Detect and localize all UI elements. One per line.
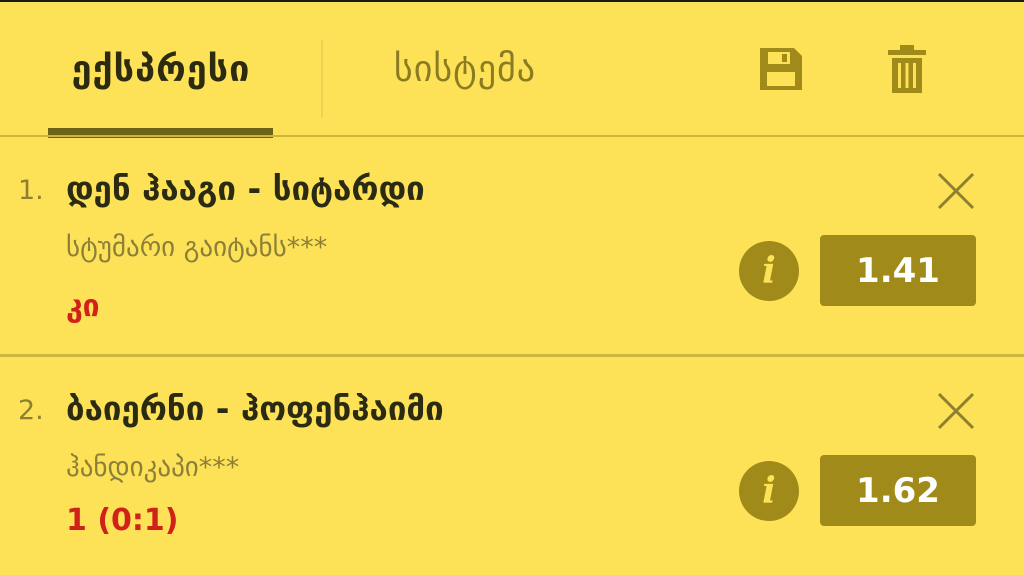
bet-item: 1. დენ ჰააგი - სიტარდი სტუმარი გაიტანს**… [0, 137, 1024, 355]
info-button[interactable]: i [739, 461, 799, 521]
tab-system-label: სისტემა [393, 48, 537, 90]
close-icon [937, 172, 975, 210]
bet-match-title: ბაიერნი - ჰოფენჰაიმი [66, 389, 444, 428]
bet-market: ჰანდიკაპი*** [66, 452, 240, 483]
remove-bet-button[interactable] [934, 169, 978, 213]
odds-value: 1.41 [856, 250, 940, 291]
betslip-tabbar: ექსპრესი სისტემა [0, 2, 1024, 138]
floppy-disk-icon [760, 48, 802, 90]
clear-all-button[interactable] [880, 42, 934, 96]
close-icon [937, 392, 975, 430]
odds-button[interactable]: 1.41 [820, 235, 976, 306]
bet-pick: კი [66, 289, 100, 324]
trash-icon [888, 45, 926, 93]
info-button[interactable]: i [739, 241, 799, 301]
save-button[interactable] [754, 42, 808, 96]
bet-number: 1. [18, 175, 44, 206]
odds-value: 1.62 [856, 470, 940, 511]
remove-bet-button[interactable] [934, 389, 978, 433]
odds-button[interactable]: 1.62 [820, 455, 976, 526]
info-icon: i [762, 250, 776, 292]
info-icon: i [762, 470, 776, 512]
bet-market: სტუმარი გაიტანს*** [66, 232, 328, 263]
bet-match-title: დენ ჰააგი - სიტარდი [66, 169, 425, 208]
tab-express-label: ექსპრესი [71, 48, 251, 90]
tab-separator [321, 40, 323, 118]
bet-pick: 1 (0:1) [66, 503, 179, 538]
bet-item: 2. ბაიერნი - ჰოფენჰაიმი ჰანდიკაპი*** 1 (… [0, 357, 1024, 575]
tab-express[interactable]: ექსპრესი [30, 2, 292, 136]
bet-number: 2. [18, 395, 44, 426]
tab-system[interactable]: სისტემა [360, 2, 570, 136]
